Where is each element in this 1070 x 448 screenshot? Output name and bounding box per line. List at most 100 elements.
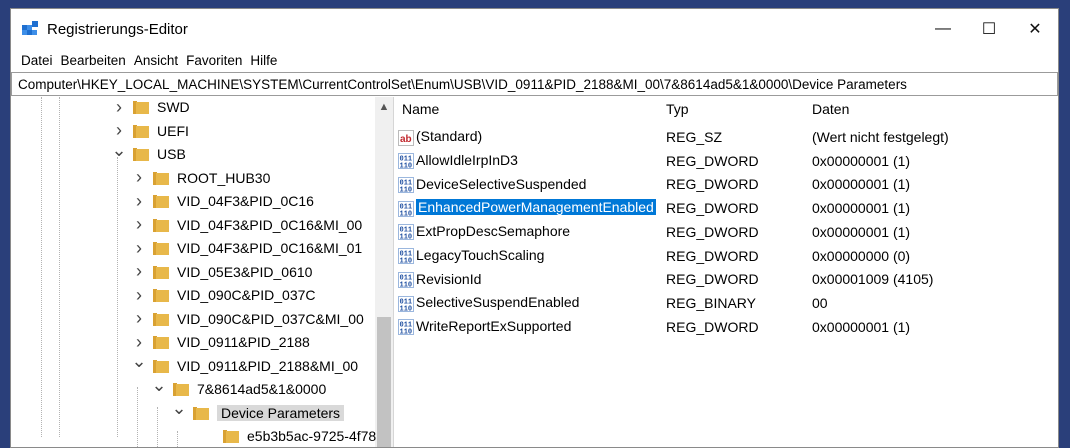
tree-item[interactable]: › ROOT_HUB30 [131,166,270,190]
values-list-pane[interactable]: Name Typ Daten ab (Standard) REG_SZ (Wert n… [394,97,1058,447]
tree-item-label: Device Parameters [217,404,345,421]
title-bar[interactable]: Registrierungs-Editor — ☐ ✕ [11,9,1058,49]
scroll-up-icon[interactable]: ▲ [375,101,393,113]
chevron-right-icon[interactable]: › [131,285,147,306]
folder-icon [153,312,169,326]
value-type: REG_DWORD [666,176,759,193]
menu-favoriten[interactable]: Favoriten [182,53,246,68]
value-name-cell: 011 110 EnhancedPowerManagementEnabled [398,199,656,218]
tree-item[interactable]: › VID_04F3&PID_0C16&MI_01 [131,236,362,260]
value-data: 00 [812,294,828,311]
tree-item-label: VID_0911&PID_2188&MI_00 [177,357,359,374]
tree-guide-line [177,431,178,447]
value-name: LegacyTouchScaling [416,246,545,263]
tree-item-label: ROOT_HUB30 [177,169,271,186]
value-row[interactable]: 011 110 WriteReportExSupported REG_DWORD 0x0… [394,315,1058,339]
menu-ansicht[interactable]: Ansicht [130,53,182,68]
tree-item-label: USB [157,146,186,162]
value-type: REG_DWORD [666,200,759,217]
chevron-down-icon[interactable]: ⌄ [131,351,147,372]
tree-item[interactable]: › VID_04F3&PID_0C16 [131,189,314,213]
binary-value-icon: 011 110 [398,153,414,171]
value-name-cell: 011 110 AllowIdleIrpInD3 [398,152,518,171]
value-row[interactable]: 011 110 EnhancedPowerManagementEnabled REG_… [394,196,1058,220]
maximize-button[interactable]: ☐ [966,9,1012,49]
binary-value-icon: 011 110 [398,177,414,195]
folder-icon [133,148,149,161]
folder-icon [193,406,209,420]
chevron-right-icon[interactable]: › [111,120,127,141]
folder-icon [153,336,169,349]
binary-value-icon: 011 110 [398,295,414,313]
chevron-down-icon[interactable]: ⌄ [171,398,187,419]
menu-hilfe[interactable]: Hilfe [246,53,281,68]
folder-icon [153,265,169,279]
value-name-cell: 011 110 WriteReportExSupported [398,318,571,337]
value-row[interactable]: 011 110 ExtPropDescSemaphore REG_DWORD 0x000… [394,220,1058,244]
tree-item-label: SWD [157,99,190,115]
minimize-button[interactable]: — [920,9,966,49]
tree-guide-line [41,97,42,437]
tree-guide-line [117,157,118,437]
folder-icon [223,430,239,443]
value-data: 0x00001009 (4105) [812,271,934,288]
menu-bar: Datei Bearbeiten Ansicht Favoriten Hilfe [11,49,1058,71]
menu-bearbeiten[interactable]: Bearbeiten [57,53,130,68]
value-name: AllowIdleIrpInD3 [416,152,518,169]
chevron-right-icon[interactable]: › [131,308,147,329]
tree-item[interactable]: › VID_05E3&PID_0610 [131,260,312,284]
chevron-down-icon[interactable]: ⌄ [111,140,127,161]
tree-item[interactable]: › VID_0911&PID_2188 [131,330,310,354]
chevron-right-icon[interactable]: › [131,191,147,212]
window-title: Registrierungs-Editor [47,20,188,38]
value-data: (Wert nicht festgelegt) [812,129,949,145]
value-data: 0x00000000 (0) [812,247,911,264]
binary-value-icon: 011 110 [398,224,414,242]
value-data: 0x00000001 (1) [812,223,911,240]
address-bar[interactable]: Computer\HKEY_LOCAL_MACHINE\SYSTEM\Curre… [11,72,1058,96]
value-type: REG_DWORD [666,271,759,288]
value-row[interactable]: ab (Standard) REG_SZ (Wert nicht festgelegt… [394,125,1058,149]
value-name-cell: 011 110 DeviceSelectiveSuspended [398,176,586,195]
chevron-right-icon[interactable]: › [131,261,147,282]
value-name-cell: 011 110 RevisionId [398,271,481,289]
value-row[interactable]: 011 110 AllowIdleIrpInD3 REG_DWORD 0x0000000… [394,149,1058,173]
tree-item[interactable]: › SWD [111,97,190,119]
value-type: REG_BINARY [666,294,756,311]
close-button[interactable]: ✕ [1012,9,1058,49]
value-type: REG_DWORD [666,223,759,240]
chevron-right-icon[interactable]: › [131,332,147,353]
tree-vertical-scrollbar[interactable]: ▲ [375,97,393,447]
value-name-cell: 011 110 SelectiveSuspendEnabled [398,294,579,313]
chevron-down-icon[interactable]: ⌄ [151,375,167,396]
folder-icon [153,359,169,373]
scrollbar-thumb[interactable] [377,317,391,447]
chevron-right-icon[interactable]: › [131,238,147,259]
column-header-name[interactable]: Name [402,101,439,117]
tree-item-label: VID_05E3&PID_0610 [177,263,313,280]
tree-item[interactable]: › VID_04F3&PID_0C16&MI_00 [131,213,362,237]
list-header: Name Typ Daten [394,97,1058,121]
value-data: 0x00000001 (1) [812,152,911,169]
key-tree-pane[interactable]: ▲ › SWD › UEFI ⌄ USB › ROOT_HUB30 › VID_04F3&PID_… [11,97,394,447]
value-row[interactable]: 011 110 DeviceSelectiveSuspended REG_DWORD 0… [394,172,1058,196]
column-header-data[interactable]: Daten [812,101,849,117]
tree-item-label: VID_04F3&PID_0C16&MI_01 [177,240,363,256]
tree-item[interactable]: e5b3b5ac-9725-4f78 [201,424,376,447]
value-row[interactable]: 011 110 LegacyTouchScaling REG_DWORD 0x00000… [394,244,1058,268]
tree-item[interactable]: › VID_090C&PID_037C&MI_00 [131,307,364,331]
svg-text:110: 110 [400,258,413,265]
tree-item[interactable]: ⌄ USB [111,140,186,166]
menu-datei[interactable]: Datei [17,53,57,68]
tree-item[interactable]: › VID_090C&PID_037C [131,283,316,307]
chevron-right-icon[interactable]: › [131,214,147,235]
column-header-type[interactable]: Typ [666,101,689,117]
value-type: REG_DWORD [666,247,759,264]
value-row[interactable]: 011 110 RevisionId REG_DWORD 0x00001009 (410… [394,267,1058,291]
tree-item[interactable]: ⌄ Device Parameters [171,398,345,425]
value-row[interactable]: 011 110 SelectiveSuspendEnabled REG_BINARY 0… [394,291,1058,315]
folder-icon [173,383,189,396]
chevron-right-icon[interactable]: › [131,167,147,188]
chevron-right-icon[interactable]: › [111,97,127,118]
value-data: 0x00000001 (1) [812,200,911,217]
